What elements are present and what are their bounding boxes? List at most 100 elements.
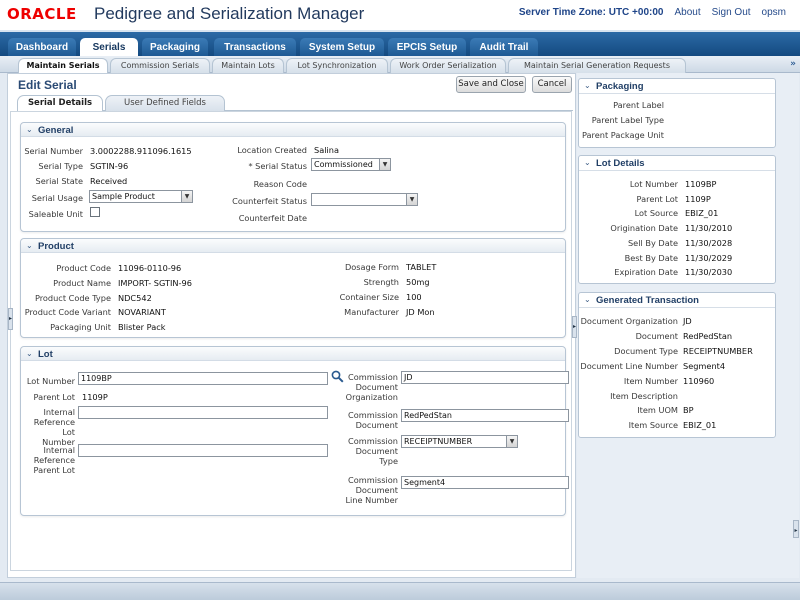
commission-org-input[interactable]: JD <box>401 371 569 384</box>
cancel-button[interactable]: Cancel <box>532 76 572 93</box>
strength-label: Strength <box>363 277 399 287</box>
serial-status-label: * Serial Status <box>248 161 307 171</box>
sign-out-link[interactable]: Sign Out <box>712 7 751 18</box>
transaction-label: Item Description <box>610 391 678 401</box>
counterfeit-date-label: Counterfeit Date <box>238 213 307 223</box>
transaction-label: Item Number <box>623 376 678 386</box>
left-splitter-handle[interactable]: ▸ <box>8 308 13 330</box>
chevron-down-icon[interactable]: ▼ <box>506 436 517 447</box>
commission-line-input[interactable]: Segment4 <box>401 476 569 489</box>
oracle-logo: ORACLE <box>7 5 77 23</box>
transaction-value: RedPedStan <box>683 331 733 341</box>
saleable-unit-checkbox[interactable] <box>90 207 100 217</box>
product-code-type-label: Product Code Type <box>34 293 111 303</box>
general-header[interactable]: ⌄ General <box>21 123 565 137</box>
counterfeit-status-select[interactable]: ▼ <box>311 193 418 206</box>
collapse-chevron-icon[interactable]: ⌄ <box>584 81 591 90</box>
packaging-unit-label: Packaging Unit <box>50 322 111 332</box>
internal-reference-parent-lot-input[interactable] <box>78 444 328 457</box>
general-title: General <box>38 125 74 136</box>
serial-usage-select[interactable]: Sample Product ▼ <box>89 190 193 203</box>
detail-tabs: Serial Details User Defined Fields <box>17 95 573 111</box>
collapse-chevron-icon[interactable]: ⌄ <box>584 158 591 167</box>
more-tabs-icon[interactable]: » <box>790 59 796 69</box>
lot-details-value: 1109BP <box>685 179 717 189</box>
tab-transactions[interactable]: Transactions <box>214 38 296 58</box>
manufacturer-label: Manufacturer <box>344 307 399 317</box>
tab-audit-trail[interactable]: Audit Trail <box>470 38 538 58</box>
app-header: ORACLE Pedigree and Serialization Manage… <box>0 0 800 30</box>
tab-system-setup[interactable]: System Setup <box>300 38 384 58</box>
tab-epcis-setup[interactable]: EPCIS Setup <box>388 38 466 58</box>
parent-package-unit-label: Parent Package Unit <box>581 130 664 140</box>
collapse-chevron-icon[interactable]: ⌄ <box>26 125 33 134</box>
packaging-unit-value: Blister Pack <box>118 322 166 332</box>
lot-details-panel: ⌄ Lot Details <box>578 155 776 284</box>
lot-number-input[interactable]: 1109BP <box>78 372 328 385</box>
lot-details-label: Lot Number <box>629 179 678 189</box>
collapse-chevron-icon[interactable]: ⌄ <box>26 349 33 358</box>
transaction-value: JD <box>683 316 692 326</box>
dosage-form-label: Dosage Form <box>344 262 399 272</box>
product-code-type-value: NDC542 <box>118 293 152 303</box>
transaction-label: Document Type <box>614 346 678 356</box>
tab-user-defined-fields[interactable]: User Defined Fields <box>105 95 225 111</box>
packaging-header[interactable]: ⌄ Packaging <box>579 79 775 94</box>
tab-dashboard[interactable]: Dashboard <box>8 38 76 58</box>
chevron-down-icon[interactable]: ▼ <box>379 159 390 170</box>
product-header[interactable]: ⌄ Product <box>21 239 565 253</box>
internal-reference-lot-input[interactable] <box>78 406 328 419</box>
save-and-close-button[interactable]: Save and Close <box>456 76 526 93</box>
serial-status-select[interactable]: Commissioned ▼ <box>311 158 391 171</box>
collapse-chevron-icon[interactable]: ⌄ <box>26 241 33 250</box>
commission-document-input[interactable]: RedPedStan <box>401 409 569 422</box>
commission-document-label: Commission Document <box>348 410 398 430</box>
product-code-variant-label: Product Code Variant <box>24 307 111 317</box>
about-link[interactable]: About <box>674 7 700 18</box>
subtab-maintain-serials[interactable]: Maintain Serials <box>18 58 108 73</box>
serial-number-value: 3.0002288.911096.1615 <box>90 146 192 156</box>
lot-details-label: Parent Lot <box>636 194 678 204</box>
lot-details-label: Origination Date <box>610 223 678 233</box>
product-name-value: IMPORT- SGTIN-96 <box>118 278 192 288</box>
bottom-status-bar <box>0 582 800 600</box>
chevron-down-icon[interactable]: ▼ <box>406 194 417 205</box>
subtab-maintain-serial-generation-requests[interactable]: Maintain Serial Generation Requests <box>508 58 686 73</box>
strength-value: 50mg <box>406 277 430 287</box>
subtab-lot-synchronization[interactable]: Lot Synchronization <box>286 58 388 73</box>
tab-serial-details[interactable]: Serial Details <box>17 95 103 111</box>
tab-packaging[interactable]: Packaging <box>142 38 208 58</box>
packaging-title: Packaging <box>596 81 644 92</box>
parent-lot-label: Parent Lot <box>33 392 75 402</box>
lot-header[interactable]: ⌄ Lot <box>21 347 565 361</box>
serial-number-label: Serial Number <box>24 146 83 156</box>
lot-details-value: 11/30/2028 <box>685 238 733 248</box>
container-size-label: Container Size <box>339 292 399 302</box>
main-tab-bar: Dashboard Serials Packaging Transactions… <box>0 30 800 58</box>
right-edge-splitter-handle[interactable]: ▸ <box>793 520 799 538</box>
subtab-work-order-serialization[interactable]: Work Order Serialization <box>390 58 506 73</box>
tab-serials[interactable]: Serials <box>80 38 138 58</box>
transaction-value: Segment4 <box>683 361 726 371</box>
parent-lot-value: 1109P <box>82 392 108 402</box>
commission-document-type-select[interactable]: RECEIPTNUMBER ▼ <box>401 435 518 448</box>
commission-document-type-value: RECEIPTNUMBER <box>404 437 473 446</box>
product-code-value: 11096-0110-96 <box>118 263 182 273</box>
serial-type-value: SGTIN-96 <box>90 161 129 171</box>
subtab-commission-serials[interactable]: Commission Serials <box>110 58 210 73</box>
container-size-value: 100 <box>406 292 422 302</box>
counterfeit-status-label: Counterfeit Status <box>232 196 307 206</box>
lot-title: Lot <box>38 349 53 360</box>
generated-transaction-header[interactable]: ⌄ Generated Transaction <box>579 293 775 308</box>
collapse-chevron-icon[interactable]: ⌄ <box>584 295 591 304</box>
chevron-down-icon[interactable]: ▼ <box>181 191 192 202</box>
lot-details-header[interactable]: ⌄ Lot Details <box>579 156 775 171</box>
internal-reference-lot-label: Internal Reference Lot Number <box>33 407 75 447</box>
product-code-variant-value: NOVARIANT <box>118 307 166 317</box>
subtab-maintain-lots[interactable]: Maintain Lots <box>212 58 284 73</box>
right-splitter-handle[interactable]: ▸ <box>572 316 577 338</box>
parent-label-label: Parent Label <box>613 100 664 110</box>
lot-details-title: Lot Details <box>596 158 645 169</box>
commission-org-label: Commission Document Organization <box>345 372 398 402</box>
lot-details-value: 11/30/2030 <box>685 267 733 277</box>
